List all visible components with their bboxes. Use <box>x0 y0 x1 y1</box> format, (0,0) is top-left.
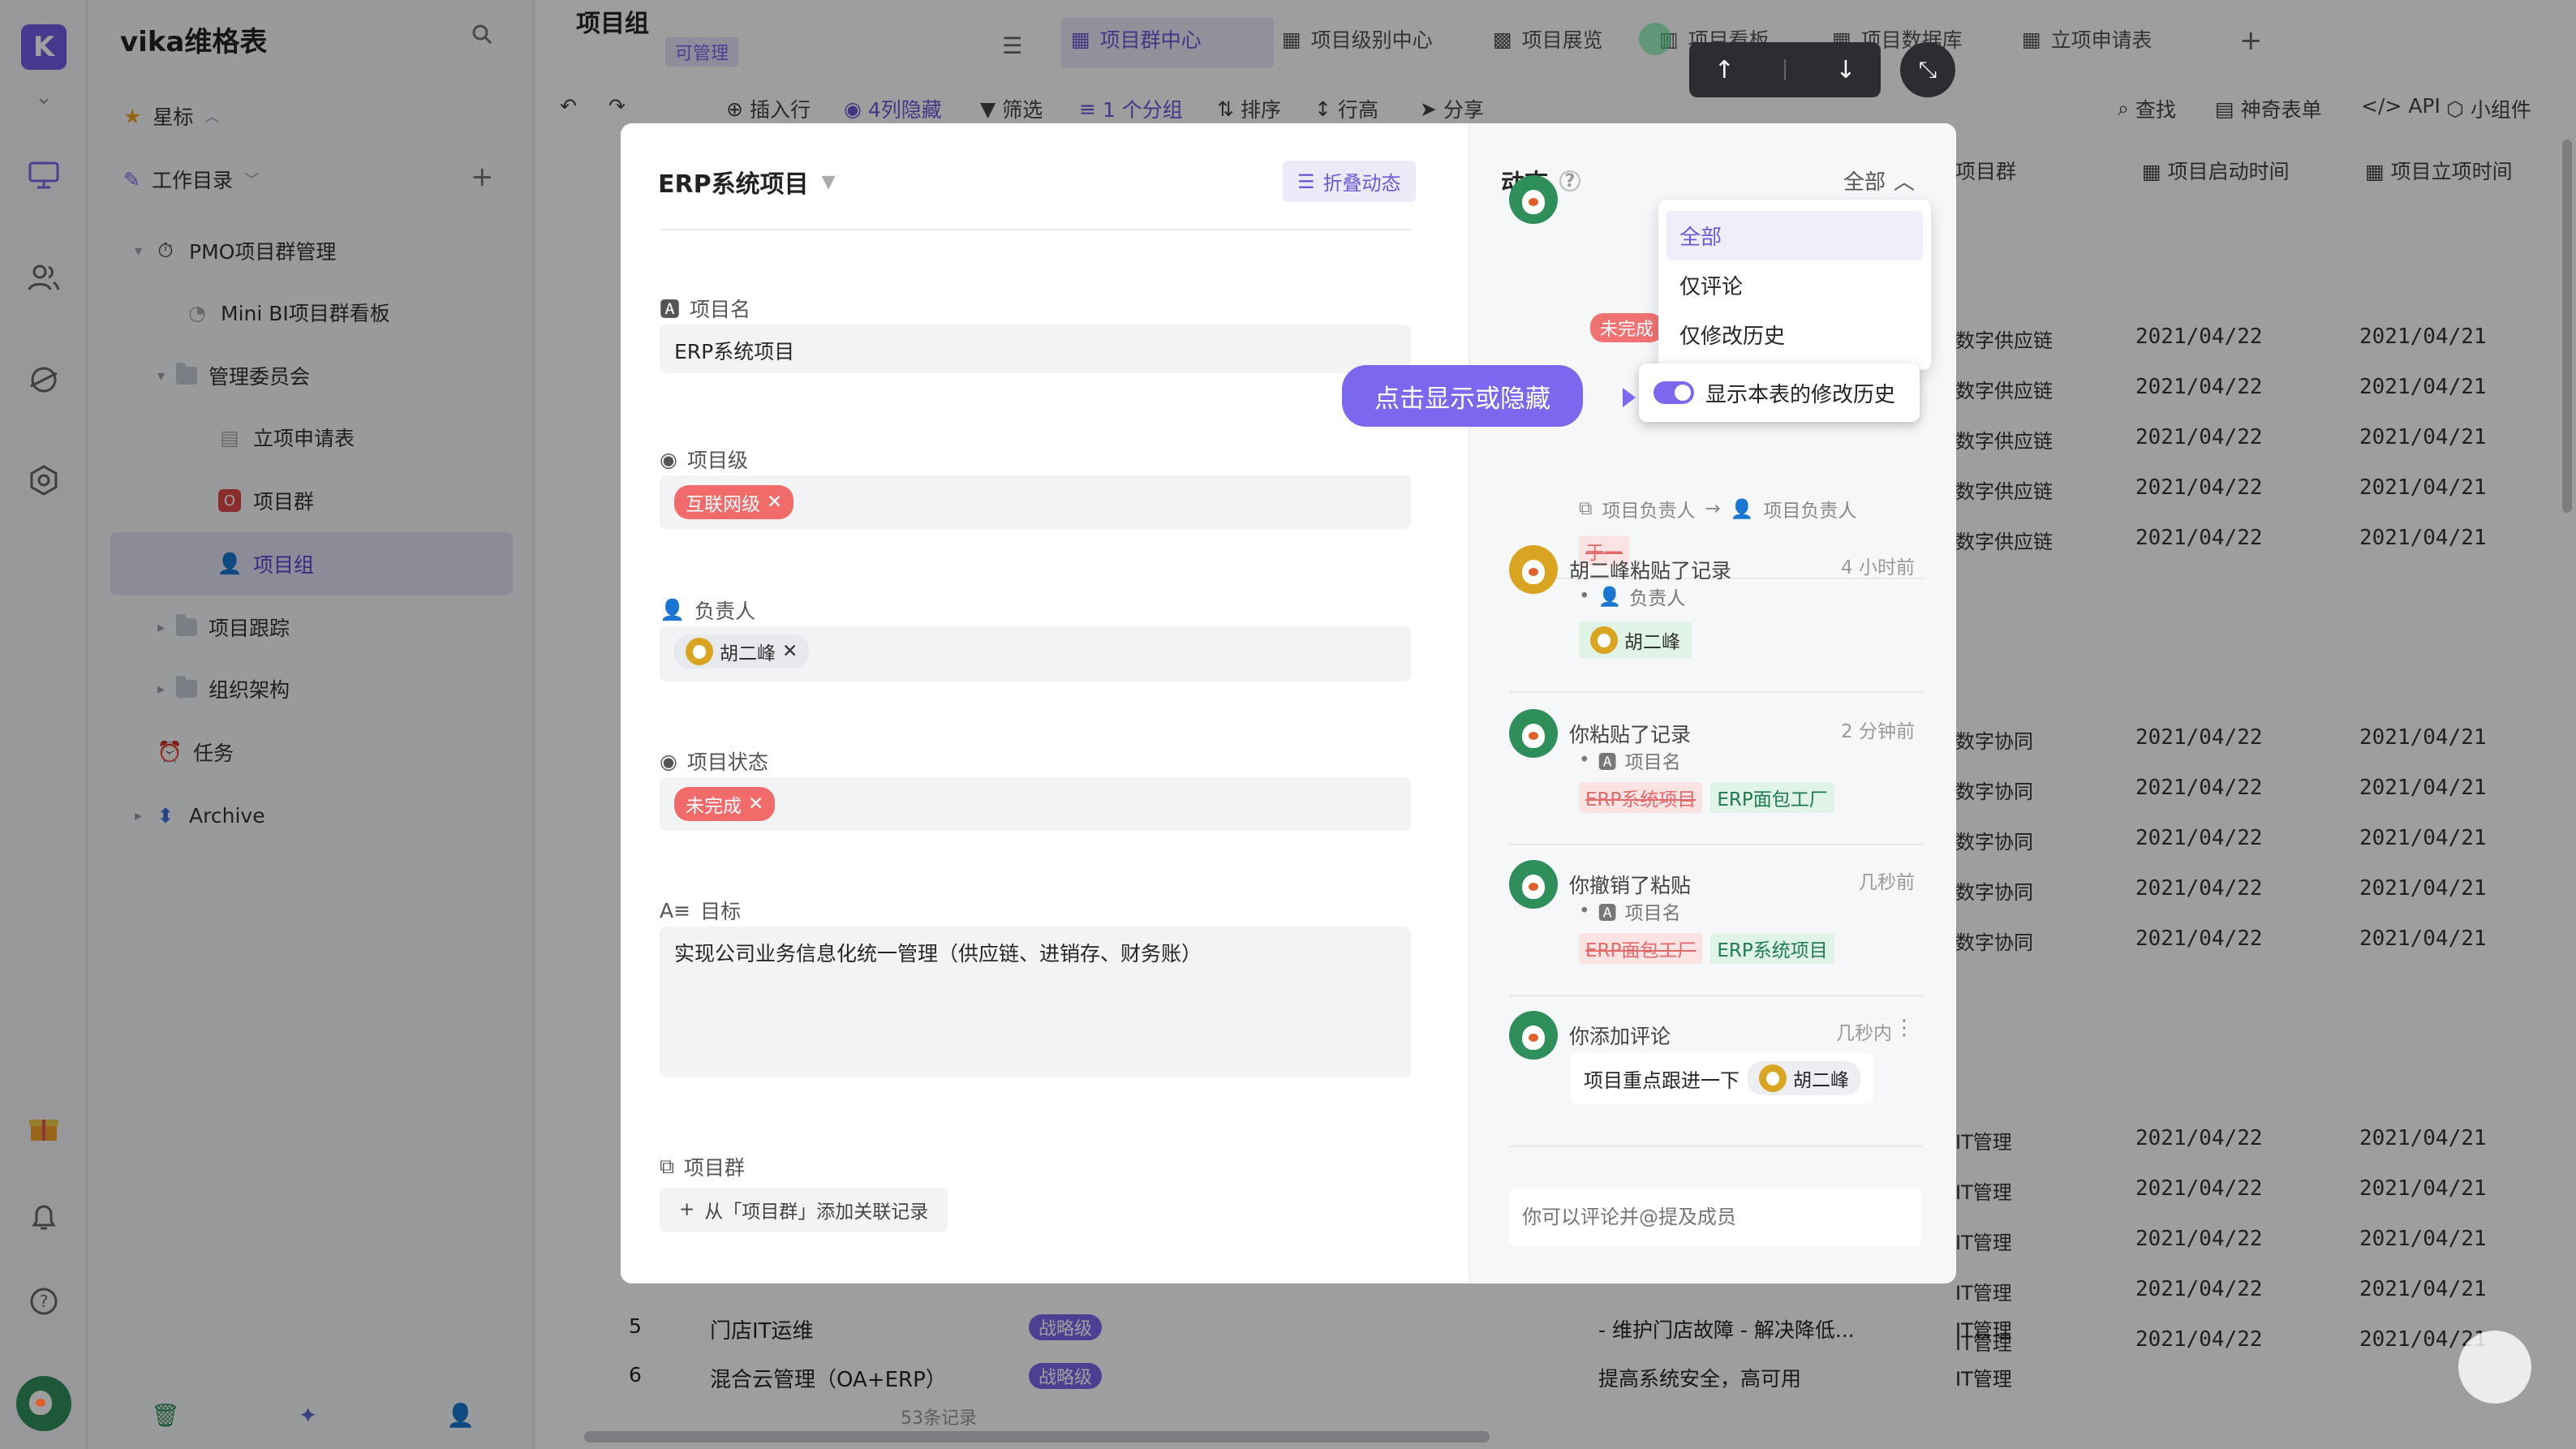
activity-time: 4 小时前 <box>1841 557 1915 578</box>
user-avatar <box>1509 1011 1558 1060</box>
record-nav: ↑ ↓ <box>1689 42 1881 97</box>
status-tag[interactable]: 未完成 ✕ <box>674 787 776 821</box>
field-label-program: ⧉ 项目群 <box>660 1154 745 1180</box>
field-status-select[interactable]: 未完成 ✕ <box>660 777 1411 831</box>
member-avatar <box>1759 1064 1787 1092</box>
user-avatar <box>1509 175 1558 224</box>
remove-icon: ✕ <box>748 793 764 815</box>
arrow-right-icon: → <box>1705 498 1721 519</box>
level-tag[interactable]: 互联网级 ✕ <box>674 485 794 519</box>
field-label-status: ◉ 项目状态 <box>660 749 768 775</box>
field-name-input[interactable]: ERP系统项目 <box>660 325 1411 373</box>
more-icon[interactable]: ⋮ <box>1894 1016 1915 1040</box>
field-goal-textarea[interactable]: 实现公司业务信息化统一管理（供应链、进销存、财务账） <box>660 927 1411 1077</box>
divider <box>1509 995 1923 996</box>
show-history-toggle-row[interactable]: 显示本表的修改历史 <box>1639 363 1920 422</box>
record-title[interactable]: ERP系统项目 ▼ <box>658 164 836 200</box>
comment-input[interactable] <box>1509 1188 1921 1246</box>
select-field-icon: ◉ <box>660 749 677 773</box>
activity-time: 几秒前 <box>1859 872 1915 893</box>
new-value: ERP面包工厂 <box>1710 782 1834 813</box>
prev-record-icon[interactable]: ↑ <box>1714 56 1735 84</box>
activity-time: 几秒内 <box>1836 1023 1892 1044</box>
chevron-up-icon: ︿ <box>1894 170 1916 195</box>
text-field-icon: 🅰 <box>1598 903 1617 924</box>
member-field-icon: 👤 <box>1598 586 1622 608</box>
status-tag: 未完成 <box>1590 313 1664 342</box>
text-field-icon: 🅰 <box>1598 752 1617 773</box>
comment-bubble: 项目重点跟进一下 胡二峰 <box>1571 1053 1873 1103</box>
text-field-icon: 🅰 <box>660 298 681 321</box>
member-avatar <box>686 638 713 665</box>
fold-activity-button[interactable]: ☰ 折叠动态 <box>1283 161 1416 202</box>
field-level-select[interactable]: 互联网级 ✕ <box>660 475 1411 529</box>
link-field-icon: ⧉ <box>660 1154 674 1178</box>
record-modal: ERP系统项目 ▼ ☰ 折叠动态 🅰 项目名 ERP系统项目 ◉ 项目级 互联网级 ✕ 👤… <box>621 123 1956 1283</box>
user-avatar <box>1509 545 1558 594</box>
list-icon: ☰ <box>1297 170 1315 193</box>
remove-icon: ✕ <box>782 641 798 662</box>
remove-icon: ✕ <box>767 492 783 513</box>
new-value: ERP系统项目 <box>1710 933 1834 964</box>
activity-item-comment: 你添加评论 几秒内 ⋮ 项目重点跟进一下 胡二峰 <box>1509 1011 1915 1103</box>
activity-item: 你撤销了粘贴 几秒前 • 🅰 项目名 ERP面包工厂 ERP系统项目 <box>1509 860 1915 964</box>
activity-item: 你粘贴了记录 2 分钟前 • 🅰 项目名 ERP系统项目 ERP面包工厂 <box>1509 709 1915 813</box>
member-field-icon: 👤 <box>1730 498 1754 520</box>
menu-item-history[interactable]: 仅修改历史 <box>1666 310 1923 359</box>
field-label-goal: A≡ 目标 <box>660 898 742 924</box>
help-icon: ? <box>1559 170 1581 191</box>
field-owner-select[interactable]: 胡二峰 ✕ <box>660 626 1411 682</box>
old-value: ERP系统项目 <box>1579 782 1703 813</box>
menu-item-comments[interactable]: 仅评论 <box>1666 260 1923 310</box>
add-linked-record-button[interactable]: + 从「项目群」添加关联记录 <box>660 1188 948 1232</box>
divider <box>1509 1146 1923 1147</box>
divider <box>660 229 1411 230</box>
user-avatar <box>1509 709 1558 758</box>
member-tag: 胡二峰 <box>1579 621 1692 659</box>
record-fields-panel: ERP系统项目 ▼ ☰ 折叠动态 🅰 项目名 ERP系统项目 ◉ 项目级 互联网级 ✕ 👤… <box>621 123 1469 1283</box>
divider <box>1509 844 1923 845</box>
activity-time: 2 分钟前 <box>1841 721 1915 742</box>
callout-arrow <box>1623 388 1636 407</box>
select-field-icon: ◉ <box>660 447 677 471</box>
field-name: • 👤 负责人 <box>1579 586 1686 609</box>
activity-filter-menu: 全部 仅评论 仅修改历史 <box>1658 200 1931 370</box>
longtext-field-icon: A≡ <box>660 898 691 922</box>
activity-item: 胡二峰粘贴了记录 4 小时前 • 👤 负责人 胡二峰 <box>1509 545 1915 659</box>
toggle-switch[interactable] <box>1654 381 1694 404</box>
member-avatar <box>1590 626 1618 654</box>
collapse-icon[interactable]: ⤡ <box>1900 42 1955 97</box>
field-label-level: ◉ 项目级 <box>660 447 748 473</box>
tooltip-callout: 点击显示或隐藏 <box>1342 365 1583 427</box>
divider <box>1509 691 1923 693</box>
activity-panel: 动态? 全部︿ 未完成 ⧉项目负责人→👤项目负责人 于一 胡二峰粘贴了记录 4 … <box>1469 123 1956 1283</box>
caret-down-icon: ▼ <box>821 171 836 192</box>
next-record-icon[interactable]: ↓ <box>1835 56 1856 84</box>
field-label-owner: 👤 负责人 <box>660 598 756 623</box>
owner-tag[interactable]: 胡二峰 ✕ <box>674 634 810 669</box>
menu-item-all[interactable]: 全部 <box>1666 211 1923 260</box>
toggle-label: 显示本表的修改历史 <box>1705 382 1896 407</box>
old-value: ERP面包工厂 <box>1579 933 1703 964</box>
field-change-line: ⧉ 项目负责人 → 👤 项目负责人 <box>1579 498 1857 522</box>
member-field-icon: ⧉ <box>1579 498 1593 519</box>
field-label-name: 🅰 项目名 <box>660 294 750 323</box>
add-icon: + <box>679 1199 695 1220</box>
assistant-avatar[interactable] <box>2458 1331 2531 1404</box>
user-avatar <box>1509 860 1558 909</box>
member-field-icon: 👤 <box>660 598 686 621</box>
mention-tag: 胡二峰 <box>1748 1061 1860 1095</box>
activity-filter-select[interactable]: 全部 ︿ <box>1843 166 1915 196</box>
collaborator-avatar[interactable] <box>1639 23 1671 55</box>
